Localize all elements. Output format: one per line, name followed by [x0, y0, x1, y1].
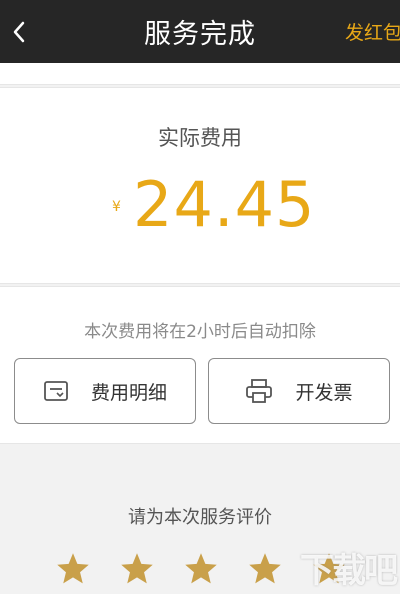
rating-prompt: 请为本次服务评价: [128, 507, 272, 528]
star-icon[interactable]: [246, 551, 284, 587]
top-spacer: [0, 63, 400, 85]
send-red-packet-button[interactable]: 发红包: [345, 0, 400, 63]
auto-deduct-notice: 本次费用将在2小时后自动扣除: [84, 322, 316, 342]
receipt-icon: [44, 381, 68, 401]
cost-amount: 24.45: [133, 168, 316, 241]
cost-card: 实际费用 ¥ 24.45: [0, 87, 400, 284]
star-icon[interactable]: [118, 551, 156, 587]
star-icon[interactable]: [54, 551, 92, 587]
top-nav-bar: 服务完成 发红包: [0, 0, 400, 63]
actual-cost-label: 实际费用: [158, 126, 242, 150]
watermark: 下载吧: [300, 551, 398, 591]
star-icon[interactable]: [182, 551, 220, 587]
issue-invoice-button[interactable]: 开发票: [208, 358, 390, 424]
cost-detail-label: 费用明细: [90, 381, 167, 404]
payment-actions-card: 本次费用将在2小时后自动扣除 费用明细 开发票: [0, 286, 400, 444]
page-title: 服务完成: [144, 19, 256, 50]
cost-detail-button[interactable]: 费用明细: [14, 358, 196, 424]
rating-section: 请为本次服务评价 下载吧: [0, 444, 400, 594]
issue-invoice-label: 开发票: [295, 381, 353, 404]
currency-symbol: ¥: [112, 199, 121, 215]
printer-icon: [246, 379, 273, 403]
